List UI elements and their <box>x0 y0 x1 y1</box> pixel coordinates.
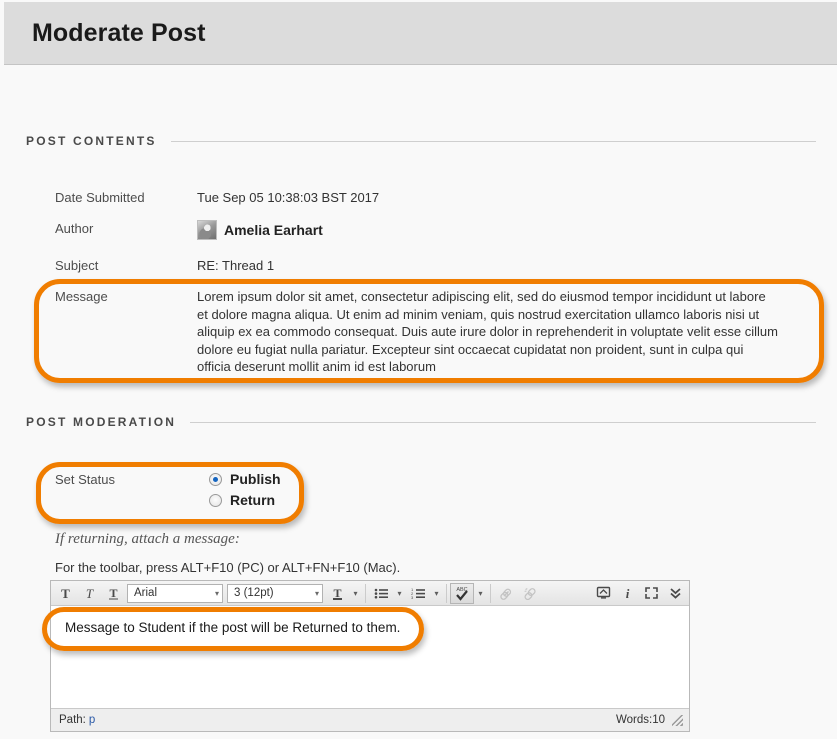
editor-content-text: Message to Student if the post will be R… <box>65 620 401 635</box>
radio-publish-icon[interactable] <box>209 472 222 486</box>
bold-icon[interactable]: T <box>53 583 77 604</box>
radio-return-icon[interactable] <box>209 493 222 507</box>
font-size-select[interactable]: 3 (12pt) ▾ <box>227 583 323 603</box>
preview-icon[interactable] <box>591 583 615 604</box>
field-message: Message Lorem ipsum dolor sit amet, cons… <box>55 288 780 376</box>
radio-label-return: Return <box>230 492 276 508</box>
svg-text:T: T <box>61 587 70 600</box>
value-subject: RE: Thread 1 <box>197 258 275 273</box>
section-heading-post-contents: POST CONTENTS <box>26 134 157 148</box>
text-color-dropdown-icon[interactable]: ▾ <box>349 583 362 604</box>
svg-text:3: 3 <box>411 595 414 600</box>
toolbar-keyboard-hint: For the toolbar, press ALT+F10 (PC) or A… <box>55 560 401 575</box>
rich-text-editor[interactable]: T T T Arial ▾ 3 (12pt) ▾ T ▾ ▾ 1 2 3 ▾ A… <box>50 580 690 732</box>
radio-label-publish: Publish <box>230 471 281 487</box>
author-name: Amelia Earhart <box>224 221 323 238</box>
remove-link-icon[interactable] <box>518 583 542 604</box>
text-color-icon[interactable]: T <box>325 583 349 604</box>
path-label: Path: <box>59 714 86 726</box>
fullscreen-icon[interactable] <box>639 583 663 604</box>
label-message: Message <box>55 289 108 304</box>
toolbar-separator <box>490 583 491 603</box>
section-heading-post-moderation: POST MODERATION <box>26 415 177 429</box>
label-date-submitted: Date Submitted <box>55 190 145 205</box>
status-radio-group: Publish Return <box>209 471 281 508</box>
section-post-contents: POST CONTENTS <box>26 134 816 148</box>
status-bar-right: Words:10 <box>616 714 683 726</box>
font-family-value: Arial <box>134 587 158 599</box>
value-date-submitted: Tue Sep 05 10:38:03 BST 2017 <box>197 190 380 205</box>
chevron-down-icon: ▾ <box>314 588 319 598</box>
value-author: Amelia Earhart <box>197 220 323 240</box>
attach-message-note: If returning, attach a message: <box>55 531 240 547</box>
radio-option-publish[interactable]: Publish <box>209 471 281 487</box>
label-author: Author <box>55 221 94 236</box>
italic-icon[interactable]: T <box>77 583 101 604</box>
svg-text:T: T <box>109 587 117 600</box>
word-count: Words:10 <box>615 714 665 726</box>
spellcheck-icon[interactable]: ABC <box>450 582 474 604</box>
collapse-toolbar-icon[interactable] <box>663 583 687 604</box>
chevron-down-icon: ▾ <box>214 588 219 598</box>
label-subject: Subject <box>55 258 99 273</box>
font-family-select[interactable]: Arial ▾ <box>127 583 223 603</box>
section-divider <box>170 140 816 142</box>
avatar <box>197 220 217 240</box>
field-author: Author Amelia Earhart <box>55 220 323 240</box>
label-set-status: Set Status <box>55 472 115 487</box>
svg-text:T: T <box>85 587 93 600</box>
field-subject: Subject RE: Thread 1 <box>55 257 274 274</box>
underline-icon[interactable]: T <box>101 583 125 604</box>
toolbar-separator <box>365 583 366 603</box>
bullet-list-dropdown-icon[interactable]: ▾ <box>393 583 406 604</box>
page-title: Moderate Post <box>32 18 206 47</box>
numbered-list-icon[interactable]: 1 2 3 <box>406 583 430 604</box>
toolbar-separator <box>446 583 447 603</box>
field-set-status: Set Status Publish Return <box>55 471 281 508</box>
editor-content-area[interactable]: Message to Student if the post will be R… <box>51 606 689 708</box>
editor-status-bar: Path: p Words:10 <box>51 708 689 731</box>
svg-text:i: i <box>625 586 629 600</box>
field-date-submitted: Date Submitted Tue Sep 05 10:38:03 BST 2… <box>55 189 379 206</box>
value-message: Lorem ipsum dolor sit amet, consectetur … <box>197 289 778 374</box>
font-size-value: 3 (12pt) <box>234 587 274 599</box>
bullet-list-icon[interactable] <box>369 583 393 604</box>
numbered-list-dropdown-icon[interactable]: ▾ <box>430 583 443 604</box>
info-icon[interactable]: i <box>615 583 639 604</box>
spellcheck-dropdown-icon[interactable]: ▾ <box>474 583 487 604</box>
path-value[interactable]: p <box>89 714 95 726</box>
editor-toolbar[interactable]: T T T Arial ▾ 3 (12pt) ▾ T ▾ ▾ 1 2 3 ▾ A… <box>51 581 689 606</box>
resize-grip-icon[interactable] <box>672 714 683 726</box>
section-divider <box>190 421 816 423</box>
insert-link-icon[interactable] <box>494 583 518 604</box>
page-header: Moderate Post <box>4 2 837 65</box>
radio-option-return[interactable]: Return <box>209 492 281 508</box>
section-post-moderation: POST MODERATION <box>26 415 816 429</box>
